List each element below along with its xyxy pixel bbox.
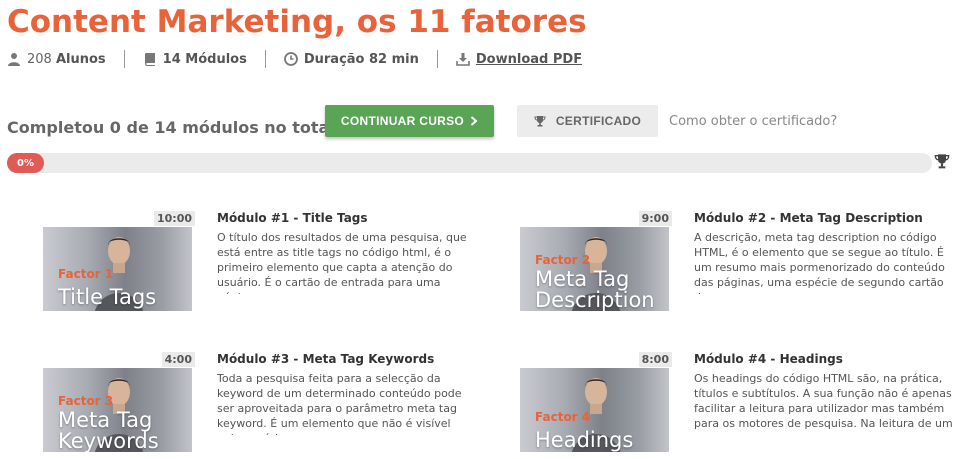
- thumbnail-title-line-2: Keywords: [58, 429, 159, 452]
- thumbnail-factor: Factor 1: [58, 267, 114, 281]
- thumbnail-title-line-1: Meta Tag: [58, 408, 153, 432]
- thumbnail-factor: Factor 3: [58, 394, 114, 408]
- thumbnail-factor: Factor 4: [535, 410, 591, 424]
- duration-label: Duração 82 min: [303, 51, 419, 67]
- module-card[interactable]: Factor 1 Title Tags 10:00 Módulo #1 - Ti…: [7, 211, 467, 321]
- thumbnail-factor: Factor 2: [535, 253, 591, 267]
- trophy-icon: [934, 154, 950, 169]
- students-count: 208: [27, 51, 52, 67]
- continue-course-label: CONTINUAR CURSO: [340, 114, 465, 128]
- how-to-get-certificate-link[interactable]: Como obter o certificado?: [669, 114, 837, 129]
- module-description: O título dos resultados de uma pesquisa,…: [217, 231, 467, 294]
- module-thumbnail[interactable]: Factor 1 Title Tags: [43, 227, 192, 311]
- module-title[interactable]: Módulo #2 - Meta Tag Description: [694, 211, 923, 225]
- modules-label: 14 Módulos: [162, 51, 247, 67]
- module-thumbnail[interactable]: Factor 3 Meta Tag Keywords: [43, 368, 192, 452]
- thumbnail-title-line-1: Meta Tag: [535, 267, 630, 291]
- certificate-button[interactable]: CERTIFICADO: [517, 105, 658, 137]
- download-pdf-link[interactable]: Download PDF: [476, 52, 582, 67]
- students-label: Alunos: [55, 51, 106, 67]
- clock-icon: [283, 52, 298, 66]
- divider: [264, 50, 266, 68]
- module-card[interactable]: Factor 4 Headings 8:00 Módulo #4 - Headi…: [484, 352, 953, 459]
- download-info[interactable]: Download PDF: [456, 52, 582, 67]
- trophy-icon: [534, 116, 546, 127]
- completion-status: Completou 0 de 14 módulos no total: [7, 118, 335, 137]
- progress-fill: 0%: [7, 153, 44, 173]
- divider: [436, 50, 438, 68]
- book-icon: [144, 53, 155, 66]
- module-description: Os headings do código HTML são, na práti…: [694, 372, 953, 430]
- thumbnail-title: Headings: [535, 428, 634, 452]
- duration-info: Duração 82 min: [283, 51, 419, 67]
- module-card[interactable]: Factor 3 Meta Tag Keywords 4:00 Módulo #…: [7, 352, 462, 459]
- user-icon: [8, 53, 20, 66]
- chevron-right-icon: [470, 116, 478, 126]
- course-meta: 208 Alunos 14 Módulos Duração 82 min Dow…: [7, 50, 582, 68]
- page-title: Content Marketing, os 11 fatores: [7, 4, 587, 40]
- module-duration: 10:00: [153, 211, 195, 226]
- module-description: Toda a pesquisa feita para a selecção da…: [217, 372, 462, 435]
- module-duration: 4:00: [161, 352, 195, 367]
- thumbnail-title: Title Tags: [58, 285, 157, 309]
- modules-info: 14 Módulos: [143, 52, 247, 67]
- module-duration: 8:00: [638, 352, 672, 367]
- module-title[interactable]: Módulo #3 - Meta Tag Keywords: [217, 352, 434, 366]
- course-progress-bar: 0%: [7, 153, 932, 173]
- students-info: 208 Alunos: [7, 52, 106, 67]
- module-title[interactable]: Módulo #1 - Title Tags: [217, 211, 368, 225]
- module-thumbnail[interactable]: Factor 4 Headings: [520, 368, 669, 452]
- divider: [123, 50, 125, 68]
- module-description: A descrição, meta tag description no cód…: [694, 231, 945, 294]
- module-thumbnail[interactable]: Factor 2 Meta Tag Description: [520, 227, 669, 311]
- certificate-label: CERTIFICADO: [555, 114, 642, 128]
- module-title[interactable]: Módulo #4 - Headings: [694, 352, 843, 366]
- module-duration: 9:00: [638, 211, 672, 226]
- continue-course-button[interactable]: CONTINUAR CURSO: [325, 105, 494, 137]
- module-card[interactable]: Factor 2 Meta Tag Description 9:00 Módul…: [484, 211, 945, 321]
- thumbnail-title-line-2: Description: [535, 288, 655, 311]
- download-icon: [456, 53, 470, 66]
